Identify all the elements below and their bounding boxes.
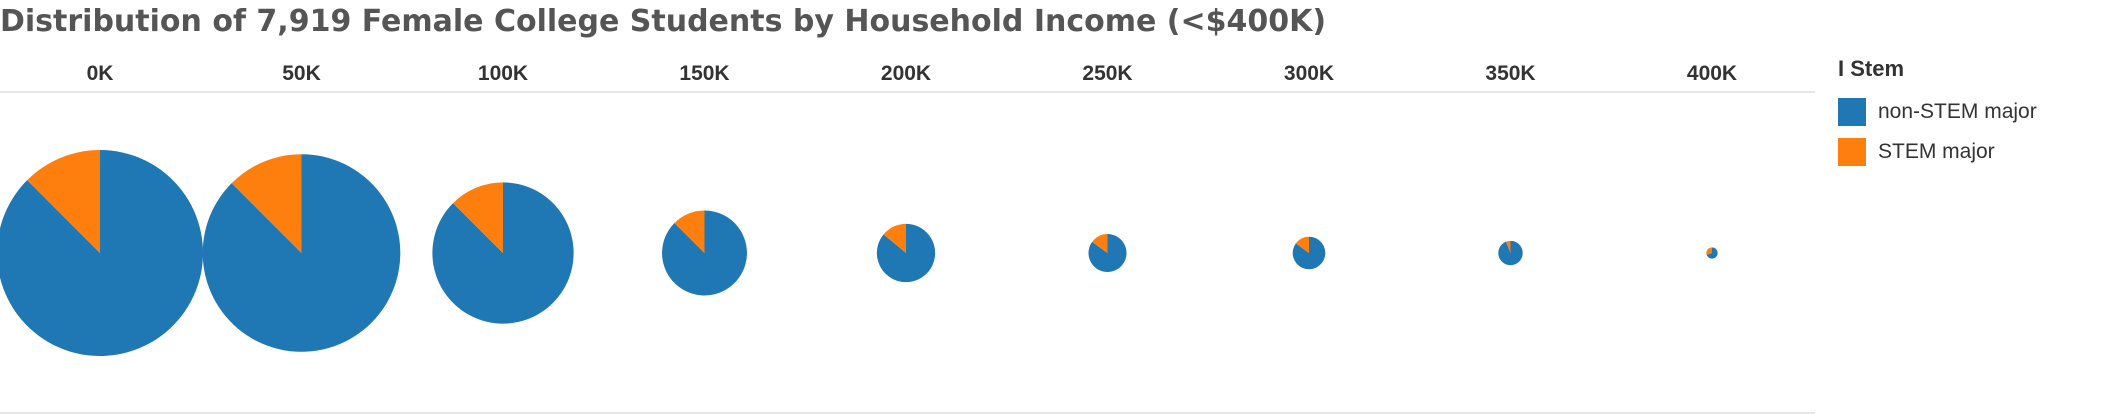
column-label-350k: 350K <box>1485 62 1535 85</box>
column-label-300k: 300K <box>1284 62 1334 85</box>
legend: I Stem non-STEM major STEM major <box>1838 56 2037 172</box>
pie-150k[interactable] <box>662 210 747 296</box>
pie-400k[interactable] <box>1706 247 1718 259</box>
legend-item-non-stem[interactable]: non-STEM major <box>1838 92 2037 132</box>
column-label-50k: 50K <box>282 62 321 85</box>
legend-swatch-non-stem <box>1838 98 1866 126</box>
pie-100k[interactable] <box>432 182 574 324</box>
pie-300k[interactable] <box>1292 236 1326 270</box>
pie-chart: 0K 50K 100K 150K 200K 250K 300K 350K 400K <box>0 62 1815 414</box>
column-label-250k: 250K <box>1082 62 1132 85</box>
legend-item-stem[interactable]: STEM major <box>1838 132 2037 172</box>
column-label-100k: 100K <box>478 62 528 85</box>
pie-0k[interactable] <box>0 150 203 356</box>
legend-swatch-stem <box>1838 138 1866 166</box>
column-label-400k: 400K <box>1687 62 1737 85</box>
legend-title: I Stem <box>1838 56 1905 81</box>
legend-label-non-stem: non-STEM major <box>1878 100 2037 123</box>
pie-250k[interactable] <box>1088 234 1127 272</box>
pie-50k[interactable] <box>202 154 401 352</box>
pie-350k[interactable] <box>1498 240 1523 266</box>
column-label-150k: 150K <box>679 62 729 85</box>
column-label-200k: 200K <box>881 62 931 85</box>
pie-200k[interactable] <box>876 223 936 283</box>
column-label-0k: 0K <box>87 62 114 85</box>
legend-label-stem: STEM major <box>1878 140 1995 163</box>
